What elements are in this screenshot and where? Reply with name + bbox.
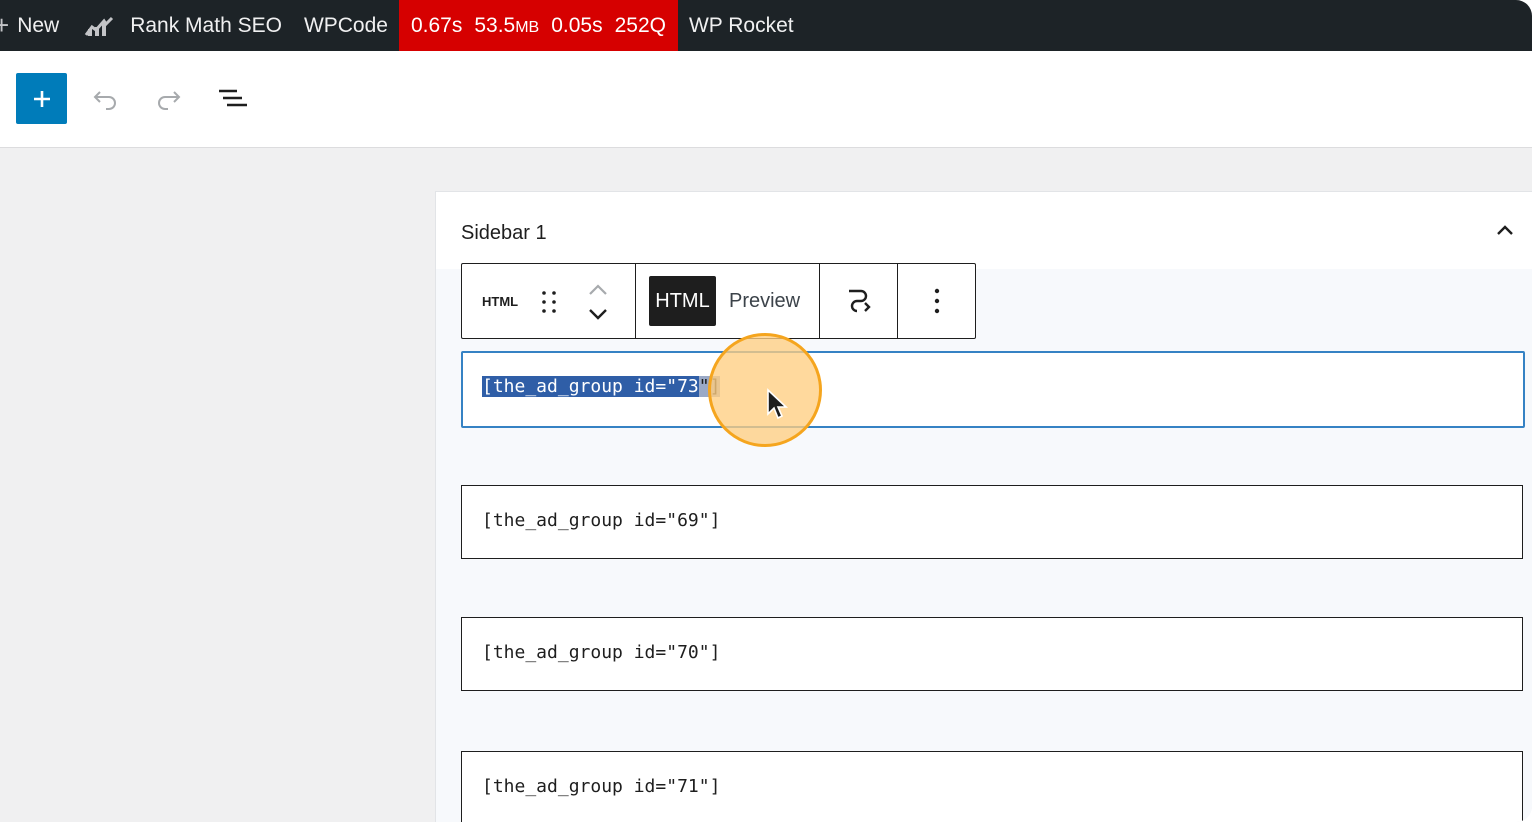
- mouse-pointer-icon: [767, 388, 789, 420]
- admin-bar-new[interactable]: + New: [0, 0, 70, 51]
- admin-bar: + New Rank Math SEO WPCode 0.67s 53.5MB …: [0, 0, 1532, 51]
- admin-bar-wp-rocket-label: WP Rocket: [688, 13, 794, 37]
- admin-bar-new-label: New: [17, 13, 60, 37]
- undo-icon[interactable]: [89, 83, 121, 115]
- html-block-textarea[interactable]: [the_ad_group id="73"]: [461, 351, 1525, 428]
- perf-time: 0.67s: [410, 13, 463, 37]
- html-block-code: [the_ad_group id="73"]: [482, 376, 721, 397]
- rank-math-icon: [85, 16, 114, 36]
- html-block-textarea[interactable]: [the_ad_group id="69"]: [461, 485, 1523, 559]
- list-view-icon[interactable]: [217, 83, 249, 115]
- cursor-highlight: [708, 333, 822, 447]
- perf-query-time: 0.05s: [551, 13, 603, 37]
- block-type-label[interactable]: HTML: [482, 294, 518, 309]
- admin-bar-rank-math[interactable]: Rank Math SEO: [70, 0, 293, 51]
- redo-icon[interactable]: [153, 83, 185, 115]
- html-block-code: [the_ad_group id="70"]: [482, 642, 721, 663]
- mode-switch-group: HTML Preview: [636, 264, 820, 338]
- transform-icon[interactable]: [843, 285, 875, 317]
- move-up-down-icon[interactable]: [583, 280, 613, 324]
- add-block-button[interactable]: [16, 73, 67, 124]
- transform-group: [820, 264, 899, 338]
- mode-preview-button[interactable]: Preview: [729, 276, 800, 326]
- admin-bar-query-monitor[interactable]: 0.67s 53.5MB 0.05s 252Q: [398, 0, 678, 51]
- html-block-textarea[interactable]: [the_ad_group id="71"]: [461, 751, 1523, 822]
- panel-header[interactable]: Sidebar 1: [436, 192, 1532, 269]
- block-toolbar: HTML HTML Preview: [461, 263, 976, 339]
- options-group: [898, 264, 975, 338]
- block-switcher-group: HTML: [462, 264, 636, 338]
- perf-queries: 252Q: [614, 13, 666, 37]
- chevron-up-icon[interactable]: [1494, 220, 1516, 242]
- admin-bar-wp-rocket[interactable]: WP Rocket: [678, 0, 805, 51]
- html-block-code: [the_ad_group id="69"]: [482, 510, 721, 531]
- mode-html-button[interactable]: HTML: [648, 276, 716, 326]
- perf-memory: 53.5MB: [474, 13, 540, 37]
- plus-icon: +: [0, 10, 10, 40]
- editor-toolbar: [0, 51, 1532, 148]
- admin-bar-wpcode-label: WPCode: [303, 13, 388, 37]
- html-block-code: [the_ad_group id="71"]: [482, 776, 721, 797]
- editor-window: + New Rank Math SEO WPCode 0.67s 53.5MB …: [0, 0, 1532, 822]
- admin-bar-rank-math-label: Rank Math SEO: [130, 13, 282, 37]
- admin-bar-wpcode[interactable]: WPCode: [293, 0, 399, 51]
- panel-title: Sidebar 1: [461, 222, 547, 244]
- html-block-textarea[interactable]: [the_ad_group id="70"]: [461, 617, 1523, 691]
- drag-handle-icon[interactable]: [538, 288, 560, 316]
- more-options-icon[interactable]: [932, 287, 942, 315]
- plus-icon: [33, 90, 50, 107]
